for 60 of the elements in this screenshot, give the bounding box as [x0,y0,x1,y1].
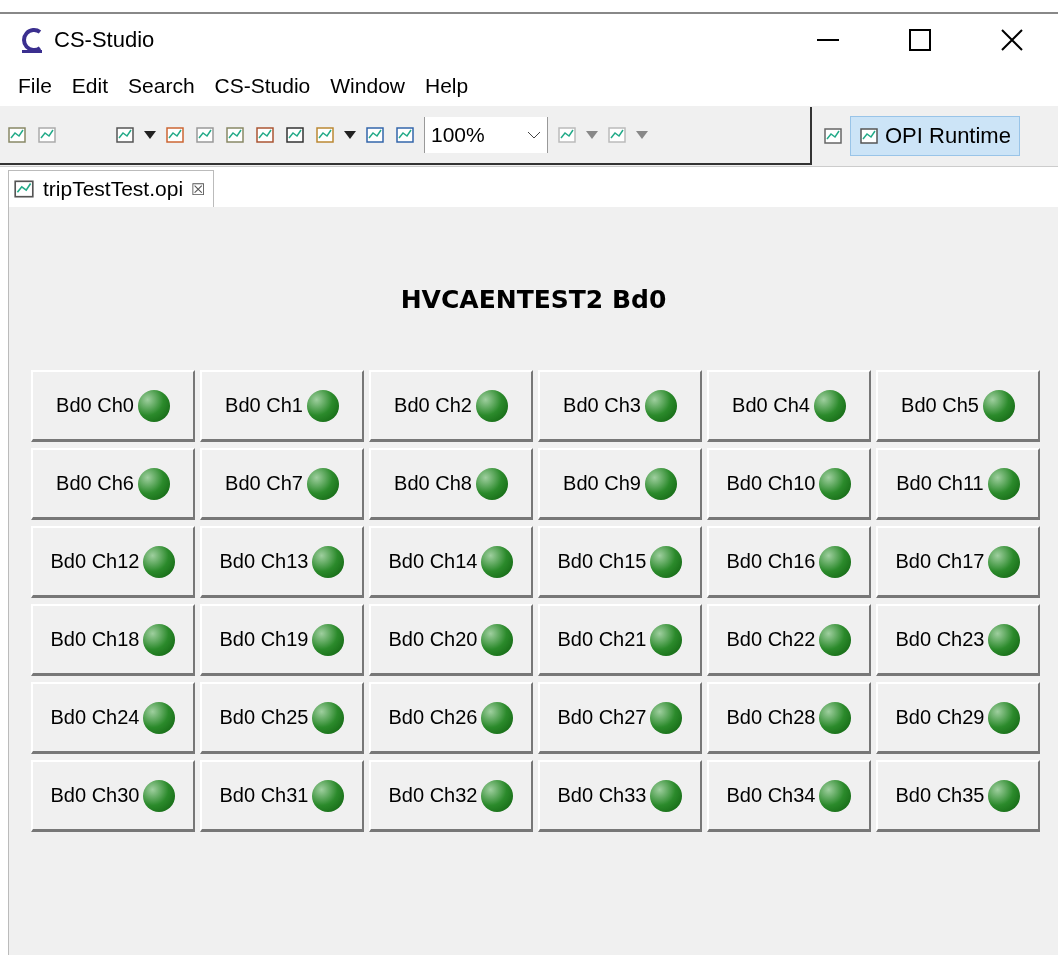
channel-button[interactable]: Bd0 Ch12 [31,526,195,598]
window-title: CS-Studio [54,27,155,53]
channel-button[interactable]: Bd0 Ch20 [369,604,533,676]
menu-item[interactable]: Window [320,74,415,98]
channel-button[interactable]: Bd0 Ch3 [538,370,702,442]
channel-button[interactable]: Bd0 Ch28 [707,682,871,754]
channel-button[interactable]: Bd0 Ch14 [369,526,533,598]
channel-button[interactable]: Bd0 Ch32 [369,760,533,832]
channel-button[interactable]: Bd0 Ch10 [707,448,871,520]
channel-button[interactable]: Bd0 Ch9 [538,448,702,520]
channel-button[interactable]: Bd0 Ch11 [876,448,1040,520]
channel-button[interactable]: Bd0 Ch33 [538,760,702,832]
channel-button[interactable]: Bd0 Ch7 [200,448,364,520]
menu-item[interactable]: Help [415,74,479,98]
menu-item[interactable]: Search [118,74,205,98]
channel-button[interactable]: Bd0 Ch21 [538,604,702,676]
caret-icon[interactable] [144,131,156,139]
channel-button[interactable]: Bd0 Ch35 [876,760,1040,832]
editor-tab[interactable]: tripTestTest.opi ☒ [8,170,215,207]
channel-button[interactable]: Bd0 Ch27 [538,682,702,754]
chart-icon[interactable] [284,124,306,146]
app-logo-icon [20,26,44,54]
channel-button[interactable]: Bd0 Ch24 [31,682,195,754]
minimize-icon [817,39,839,41]
channel-button[interactable]: Bd0 Ch22 [707,604,871,676]
menu-item[interactable]: Edit [61,74,119,98]
close-icon [1001,29,1023,51]
channel-button[interactable]: Bd0 Ch1 [200,370,364,442]
tab-label: tripTestTest.opi [43,177,184,201]
channel-button[interactable]: Bd0 Ch30 [31,760,195,832]
channel-button[interactable]: Bd0 Ch15 [538,526,702,598]
channel-button[interactable]: Bd0 Ch29 [876,682,1040,754]
display-file-icon [13,178,35,200]
channel-button[interactable]: Bd0 Ch17 [876,526,1040,598]
zoom-dropdown[interactable]: 100% [424,117,548,153]
perspective-button[interactable]: OPI Runtime [850,116,1020,156]
menu-item[interactable]: CS-Studio [204,74,321,98]
channel-button[interactable]: Bd0 Ch34 [707,760,871,832]
channel-button[interactable]: Bd0 Ch25 [200,682,364,754]
chart-icon[interactable] [114,124,136,146]
tab-close-button[interactable]: ☒ [191,179,206,199]
channel-button[interactable]: Bd0 Ch4 [707,370,871,442]
channel-button[interactable]: Bd0 Ch26 [369,682,533,754]
caret-icon[interactable] [344,131,356,139]
channel-button[interactable]: Bd0 Ch18 [31,604,195,676]
display-title: HVCAENTEST2 Bd0 [399,285,668,314]
channel-button[interactable]: Bd0 Ch13 [200,526,364,598]
channel-button[interactable]: Bd0 Ch2 [369,370,533,442]
channel-button[interactable]: Bd0 Ch23 [876,604,1040,676]
chevron-down-icon [527,131,541,139]
channel-button[interactable]: Bd0 Ch8 [369,448,533,520]
channel-button[interactable]: Bd0 Ch0 [31,370,195,442]
menu-item[interactable]: File [8,74,62,98]
channel-button[interactable]: Bd0 Ch5 [876,370,1040,442]
chart-icon [859,126,879,146]
channel-button[interactable]: Bd0 Ch6 [31,448,195,520]
maximize-icon [909,29,931,51]
channel-button[interactable]: Bd0 Ch31 [200,760,364,832]
channel-button[interactable]: Bd0 Ch16 [707,526,871,598]
channel-button[interactable]: Bd0 Ch19 [200,604,364,676]
